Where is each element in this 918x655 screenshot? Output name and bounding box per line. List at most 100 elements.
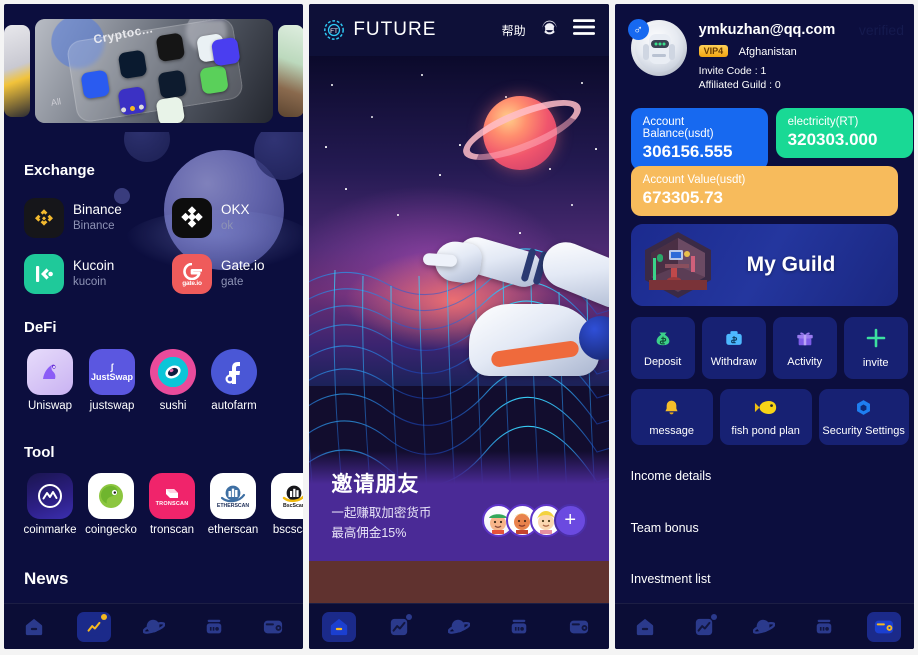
carousel-prev-slide[interactable] [4,25,30,117]
tool-item-coingecko[interactable]: coingecko [83,473,139,536]
app-icon-robinhood [117,49,148,80]
stat-label: electricity(RT) [787,116,859,128]
invite-title: 邀请朋友 [331,472,420,496]
defi-item-autofarm[interactable]: autofarm [206,349,262,412]
my-guild-banner[interactable]: My Guild [630,224,898,306]
defi-item-uniswap[interactable]: Uniswap [22,349,78,412]
quick-action-security-settings[interactable]: Security Settings [818,389,909,445]
carousel-dot-2[interactable] [129,105,136,112]
shield-hex-icon [854,398,873,421]
exchange-sub: ok [221,219,234,232]
carousel-all-label: All [49,96,62,108]
tool-item-bscscan[interactable]: BscScan bscscan [266,473,304,536]
help-link[interactable]: 帮助 [502,22,526,39]
exchange-item-kucoin[interactable]: Kucoin kucoin [24,254,114,294]
quick-action-message[interactable]: message [630,389,713,445]
carousel-dot-1[interactable] [120,107,127,113]
quick-action-label: fish pond plan [731,424,800,437]
defi-item-sushi[interactable]: sushi [145,349,201,412]
affiliated-guild: Affiliated Guild : 0 [698,79,781,91]
stat-account-balance[interactable]: Account Balance(usdt) 306156.555 [630,108,768,170]
tool-item-tronscan[interactable]: TRONSCAN tronscan [144,473,200,536]
nav-market[interactable] [687,612,721,642]
future-header: FT FUTURE 帮助 [309,4,609,56]
tool-label: tronscan [149,524,195,536]
hamburger-menu-icon[interactable] [572,19,595,41]
app-icon-coinbase [80,69,110,100]
quick-action-fish-pond-plan[interactable]: fish pond plan [719,389,812,445]
footer-banner-strip [309,561,609,603]
brand-title: FUTURE [353,19,437,40]
tool-item-coinmarketcap[interactable]: coinmarke [22,473,78,536]
exchange-sub: kucoin [73,275,107,288]
binance-icon [24,198,64,238]
exchange-name: Kucoin [73,258,115,274]
exchange-item-binance[interactable]: Binance Binance [24,198,122,238]
quick-action-label: Activity [787,356,823,368]
defi-label: justswap [89,400,135,412]
menu-team-bonus[interactable]: Team bonus [631,521,898,535]
tool-item-etherscan[interactable]: ETHERSCAN etherscan [205,473,261,536]
menu-investment-list[interactable]: Investment list [631,572,898,586]
quick-action-activity[interactable]: Activity [772,317,837,379]
bottom-navbar [4,603,304,649]
coingecko-icon [88,473,134,519]
nav-home[interactable] [628,612,662,642]
menu-income-details[interactable]: Income details [631,469,898,483]
nav-planet[interactable] [137,612,171,642]
nav-wallet[interactable] [562,612,596,642]
add-friend-button[interactable]: + [553,504,587,537]
carousel-dot-3[interactable] [138,104,144,110]
etherscan-icon: ETHERSCAN [210,473,256,519]
stat-electricity[interactable]: electricity(RT) 320303.000 [775,108,913,158]
panel-future-invite: FT FUTURE 帮助 邀请朋友 一起赚取加密货币 最高佣金15% + [309,4,609,649]
nav-mining[interactable] [807,612,841,642]
nav-mining[interactable] [197,612,231,642]
defi-item-justswap[interactable]: ʃ JustSwap justswap [84,349,140,412]
quick-action-deposit[interactable]: Deposit [630,317,695,379]
stat-account-value[interactable]: Account Value(usdt) 673305.73 [630,166,898,216]
exchange-name: Gate.io [221,258,265,274]
nav-market[interactable] [382,612,416,642]
fish-icon [754,398,778,421]
section-title-exchange: Exchange [24,162,95,179]
invite-avatars[interactable]: + [481,504,587,537]
exchange-item-gateio[interactable]: gate.io Gate.io gate [172,254,265,294]
exchange-item-okx[interactable]: OKX ok [172,198,250,238]
carousel-active-slide[interactable]: Cryptoc... All [34,19,273,123]
panel-discover: Cryptoc... All Exchange Binance Binance … [4,4,304,649]
invite-code: Invite Code : 1 [698,65,767,77]
gift-icon [795,328,815,352]
section-title-news: News [24,569,69,588]
coinmarketcap-icon [27,473,73,519]
plus-icon [865,327,887,353]
promo-carousel[interactable]: Cryptoc... All [4,12,304,130]
nav-wallet[interactable] [256,612,290,642]
briefcase-dollar-icon [724,328,744,352]
nav-planet[interactable] [442,612,476,642]
sushi-icon [150,349,196,395]
isometric-room-icon [641,230,715,300]
nav-home[interactable] [17,612,51,642]
nav-market-badge [100,613,107,620]
quick-action-label: message [649,424,694,437]
exchange-name: OKX [221,202,250,218]
nav-wallet[interactable] [867,611,902,642]
section-title-tool: Tool [24,444,55,461]
uniswap-icon [27,349,73,395]
robot-avatar[interactable]: ♂ [627,19,687,76]
bottom-navbar [614,603,914,649]
gateio-icon: gate.io [172,254,212,294]
support-headset-icon[interactable] [540,18,559,42]
profile-header[interactable]: ♂ ymkuzhan@qq.com VIP4 Afghanistan Invit… [627,19,902,91]
carousel-next-slide[interactable] [277,25,304,117]
tool-label: coingecko [85,524,137,536]
nav-planet[interactable] [747,612,781,642]
nav-home[interactable] [322,611,357,642]
bottom-navbar [309,603,609,649]
nav-market[interactable] [76,611,111,642]
quick-action-invite[interactable]: invite [843,317,908,379]
quick-action-withdraw[interactable]: Withdraw [701,317,766,379]
tool-label: etherscan [207,524,259,536]
nav-mining[interactable] [502,612,536,642]
